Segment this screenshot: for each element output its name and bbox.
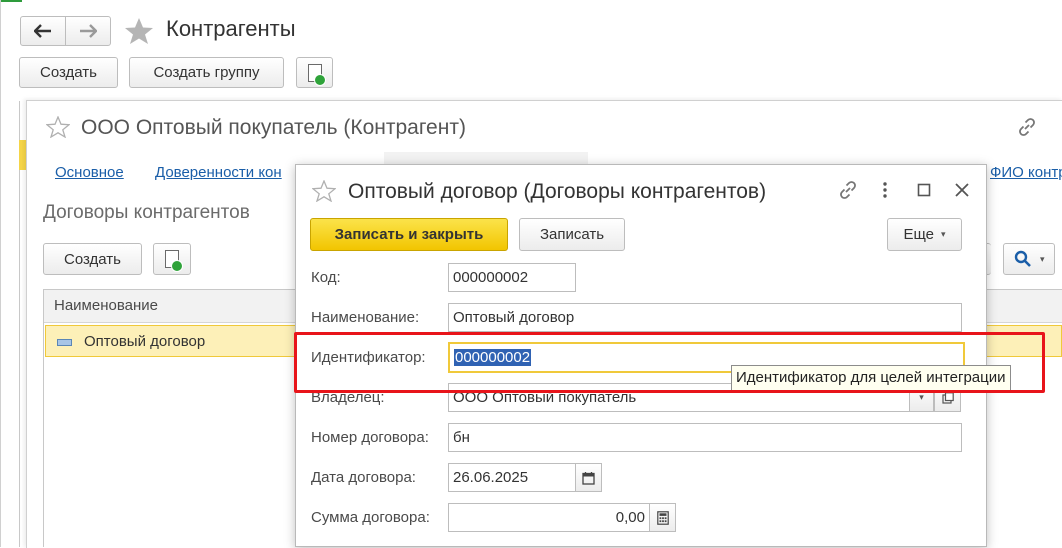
arrow-left-icon — [34, 24, 51, 38]
create-group-button[interactable]: Создать группу — [129, 57, 284, 88]
name-label: Наименование: — [311, 309, 420, 326]
more-vertical-icon[interactable] — [880, 181, 890, 199]
name-field[interactable]: Оптовый договор — [448, 303, 962, 332]
tab-powers-of-attorney[interactable]: Доверенности кон — [155, 164, 282, 181]
contracts-create-button[interactable]: Создать — [43, 243, 142, 275]
contract-number-label: Номер договора: — [311, 429, 429, 446]
counterparty-title: ООО Оптовый покупатель (Контрагент) — [81, 116, 466, 139]
contract-number-field[interactable]: бн — [448, 423, 962, 452]
page-title: Контрагенты — [166, 16, 296, 41]
calendar-icon — [582, 471, 595, 485]
code-label: Код: — [311, 269, 341, 286]
close-icon[interactable] — [954, 182, 970, 198]
new-document-icon — [165, 250, 183, 272]
list-yellow-edge — [19, 140, 26, 170]
arrow-right-icon — [80, 24, 97, 38]
calendar-button[interactable] — [575, 463, 602, 492]
save-button[interactable]: Записать — [519, 218, 625, 251]
tab-main[interactable]: Основное — [55, 164, 124, 181]
contracts-section-title: Договоры контрагентов — [43, 202, 250, 223]
tab-contact-person[interactable]: ФИО контр — [990, 164, 1062, 181]
code-field[interactable]: 000000002 — [448, 263, 576, 292]
link-icon[interactable] — [1016, 116, 1038, 138]
contract-date-label: Дата договора: — [311, 469, 416, 486]
row-status-icon — [57, 339, 72, 346]
more-button-label: Еще — [903, 226, 934, 243]
back-button[interactable] — [20, 16, 66, 46]
new-document-icon — [307, 63, 326, 86]
window-left-border — [0, 0, 1, 547]
search-button[interactable]: ▾ — [1003, 243, 1055, 275]
contract-sum-label: Сумма договора: — [311, 509, 430, 526]
identifier-selected-text: 000000002 — [454, 349, 532, 366]
row-name: Оптовый договор — [84, 333, 206, 350]
dialog-title: Оптовый договор (Договоры контрагентов) — [348, 180, 767, 203]
forward-button[interactable] — [65, 16, 111, 46]
chevron-down-icon: ▾ — [941, 229, 946, 239]
identifier-label: Идентификатор: — [311, 349, 426, 366]
star-outline-icon[interactable] — [312, 180, 336, 202]
favorite-star-icon[interactable] — [124, 17, 154, 45]
identifier-tooltip: Идентификатор для целей интеграции — [731, 365, 1011, 391]
save-and-close-button[interactable]: Записать и закрыть — [310, 218, 508, 251]
calculator-button[interactable] — [649, 503, 676, 532]
link-icon[interactable] — [837, 179, 859, 201]
star-outline-icon[interactable] — [46, 116, 70, 138]
window-edge-accent — [0, 0, 22, 2]
calculator-icon — [656, 510, 669, 525]
more-button[interactable]: Еще ▾ — [887, 218, 962, 251]
owner-label: Владелец: — [311, 389, 385, 406]
contract-date-field[interactable]: 26.06.2025 — [448, 463, 576, 492]
contracts-copy-button[interactable] — [153, 243, 191, 275]
open-form-icon — [941, 391, 954, 404]
chevron-down-icon: ▾ — [1040, 253, 1045, 264]
search-icon — [1014, 250, 1031, 267]
create-button[interactable]: Создать — [19, 57, 118, 88]
chevron-down-icon: ▾ — [919, 392, 924, 402]
create-copy-button[interactable] — [296, 57, 333, 88]
maximize-icon[interactable] — [917, 183, 931, 197]
contract-sum-value: 0,00 — [615, 509, 645, 526]
column-header-name[interactable]: Наименование — [54, 297, 158, 314]
contract-sum-field[interactable]: 0,00 — [448, 503, 650, 532]
